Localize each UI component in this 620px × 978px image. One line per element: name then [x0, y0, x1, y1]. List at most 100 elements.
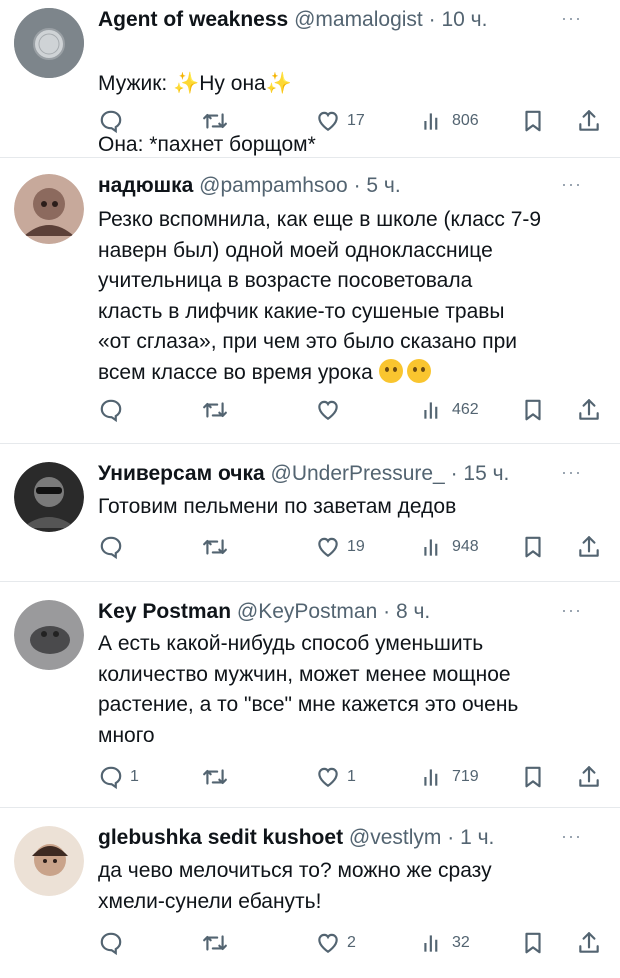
reply-button[interactable]: [98, 106, 130, 136]
avatar[interactable]: [14, 826, 84, 896]
timestamp[interactable]: 10 ч.: [441, 8, 487, 31]
reply-icon: [100, 932, 122, 956]
views-count: 462: [452, 401, 479, 418]
action-bar: 2 32: [98, 928, 608, 958]
share-icon: [579, 932, 599, 953]
views-count: 32: [452, 934, 470, 951]
like-button[interactable]: 2: [315, 928, 356, 958]
retweet-button[interactable]: [202, 395, 228, 425]
avatar[interactable]: [14, 8, 84, 78]
tweet-text: Готовим пельмени по заветам дедов: [98, 495, 457, 518]
action-bar: 19 948: [98, 532, 608, 562]
bookmark-button[interactable]: [520, 532, 546, 562]
like-count: 19: [347, 538, 365, 555]
timestamp[interactable]: 8 ч.: [396, 600, 430, 623]
display-name[interactable]: glebushka sedit kushoet: [98, 826, 343, 849]
share-button[interactable]: [576, 762, 602, 792]
share-icon: [579, 110, 599, 131]
heart-icon: [318, 933, 338, 953]
bookmark-icon: [525, 536, 541, 558]
timestamp[interactable]: 1 ч.: [460, 826, 494, 849]
tweet[interactable]: надюшка @pampamhsoo · 5 ч. ··· Резко всп…: [0, 158, 620, 444]
tweet[interactable]: Универсам очка @UnderPressure_ · 15 ч. ·…: [0, 444, 620, 582]
analytics-icon: [424, 402, 438, 419]
tweet[interactable]: glebushka sedit kushoet @vestlym · 1 ч. …: [0, 808, 620, 978]
like-button[interactable]: [315, 395, 347, 425]
bookmark-button[interactable]: [520, 762, 546, 792]
action-bar: 1 1 719: [98, 762, 608, 792]
user-handle[interactable]: @pampamhsoo: [199, 174, 348, 197]
reply-button[interactable]: [98, 532, 130, 562]
analytics-icon: [424, 769, 438, 786]
bookmark-button[interactable]: [520, 395, 546, 425]
tweet-text: Резко вспомнила, как еще в школе (класс …: [98, 205, 608, 388]
reply-icon: [100, 766, 122, 790]
share-button[interactable]: [576, 928, 602, 958]
more-options-icon[interactable]: ···: [561, 174, 582, 195]
reply-button[interactable]: [98, 395, 130, 425]
share-button[interactable]: [576, 106, 602, 136]
tweet-text: да чево мелочиться то? можно же сразу хм…: [98, 859, 492, 913]
reply-button[interactable]: 1: [98, 762, 139, 792]
display-name[interactable]: надюшка: [98, 174, 193, 197]
retweet-button[interactable]: [202, 928, 228, 958]
more-options-icon[interactable]: ···: [561, 462, 582, 483]
more-options-icon[interactable]: ···: [561, 826, 582, 847]
views-button[interactable]: 948: [420, 532, 479, 562]
views-count: 948: [452, 538, 479, 555]
retweet-button[interactable]: [202, 762, 228, 792]
heart-icon: [318, 537, 338, 557]
user-handle[interactable]: @KeyPostman: [237, 600, 377, 623]
tweet-text: А есть какой-нибудь способ уменьшить кол…: [98, 632, 519, 747]
bookmark-icon: [525, 932, 541, 954]
analytics-icon: [424, 935, 438, 952]
separator: ·: [347, 174, 367, 197]
text-part: Ну она: [199, 71, 266, 95]
share-icon: [579, 766, 599, 787]
user-handle[interactable]: @UnderPressure_: [271, 462, 445, 485]
retweet-icon: [203, 113, 227, 129]
like-button[interactable]: 1: [315, 762, 356, 792]
avatar[interactable]: [14, 174, 84, 244]
heart-icon: [318, 767, 338, 787]
user-handle[interactable]: @mamalogist: [294, 8, 423, 31]
user-handle[interactable]: @vestlym: [349, 826, 442, 849]
tweet[interactable]: Key Postman @KeyPostman · 8 ч. ··· А ест…: [0, 582, 620, 808]
action-bar: 17 806: [98, 106, 608, 136]
heart-icon: [318, 111, 338, 131]
like-count: 2: [347, 934, 356, 951]
like-count: 1: [347, 768, 356, 785]
tweet[interactable]: Agent of weakness @mamalogist · 10 ч. ··…: [0, 0, 620, 158]
avatar[interactable]: [14, 462, 84, 532]
crying-face-emoji: [378, 358, 403, 383]
views-button[interactable]: 719: [420, 762, 479, 792]
sparkles-emoji: ✨: [265, 71, 292, 95]
analytics-icon: [424, 539, 438, 556]
sparkles-emoji: ✨: [173, 71, 200, 95]
separator: ·: [377, 600, 396, 623]
timestamp[interactable]: 15 ч.: [463, 462, 509, 485]
views-button[interactable]: 462: [420, 395, 479, 425]
timestamp[interactable]: 5 ч.: [366, 174, 400, 197]
retweet-icon: [203, 402, 227, 418]
bookmark-icon: [525, 399, 541, 421]
display-name[interactable]: Key Postman: [98, 600, 231, 623]
bookmark-button[interactable]: [520, 928, 546, 958]
avatar[interactable]: [14, 600, 84, 670]
heart-icon: [318, 400, 338, 420]
retweet-button[interactable]: [202, 106, 228, 136]
display-name[interactable]: Agent of weakness: [98, 8, 288, 31]
like-button[interactable]: 17: [315, 106, 365, 136]
display-name[interactable]: Универсам очка: [98, 462, 265, 485]
bookmark-button[interactable]: [520, 106, 546, 136]
like-button[interactable]: 19: [315, 532, 365, 562]
pleading-face-emoji: [406, 358, 431, 383]
retweet-button[interactable]: [202, 532, 228, 562]
reply-button[interactable]: [98, 928, 130, 958]
views-button[interactable]: 806: [420, 106, 479, 136]
more-options-icon[interactable]: ···: [561, 8, 582, 29]
share-button[interactable]: [576, 395, 602, 425]
share-button[interactable]: [576, 532, 602, 562]
more-options-icon[interactable]: ···: [561, 600, 582, 621]
views-button[interactable]: 32: [420, 928, 470, 958]
